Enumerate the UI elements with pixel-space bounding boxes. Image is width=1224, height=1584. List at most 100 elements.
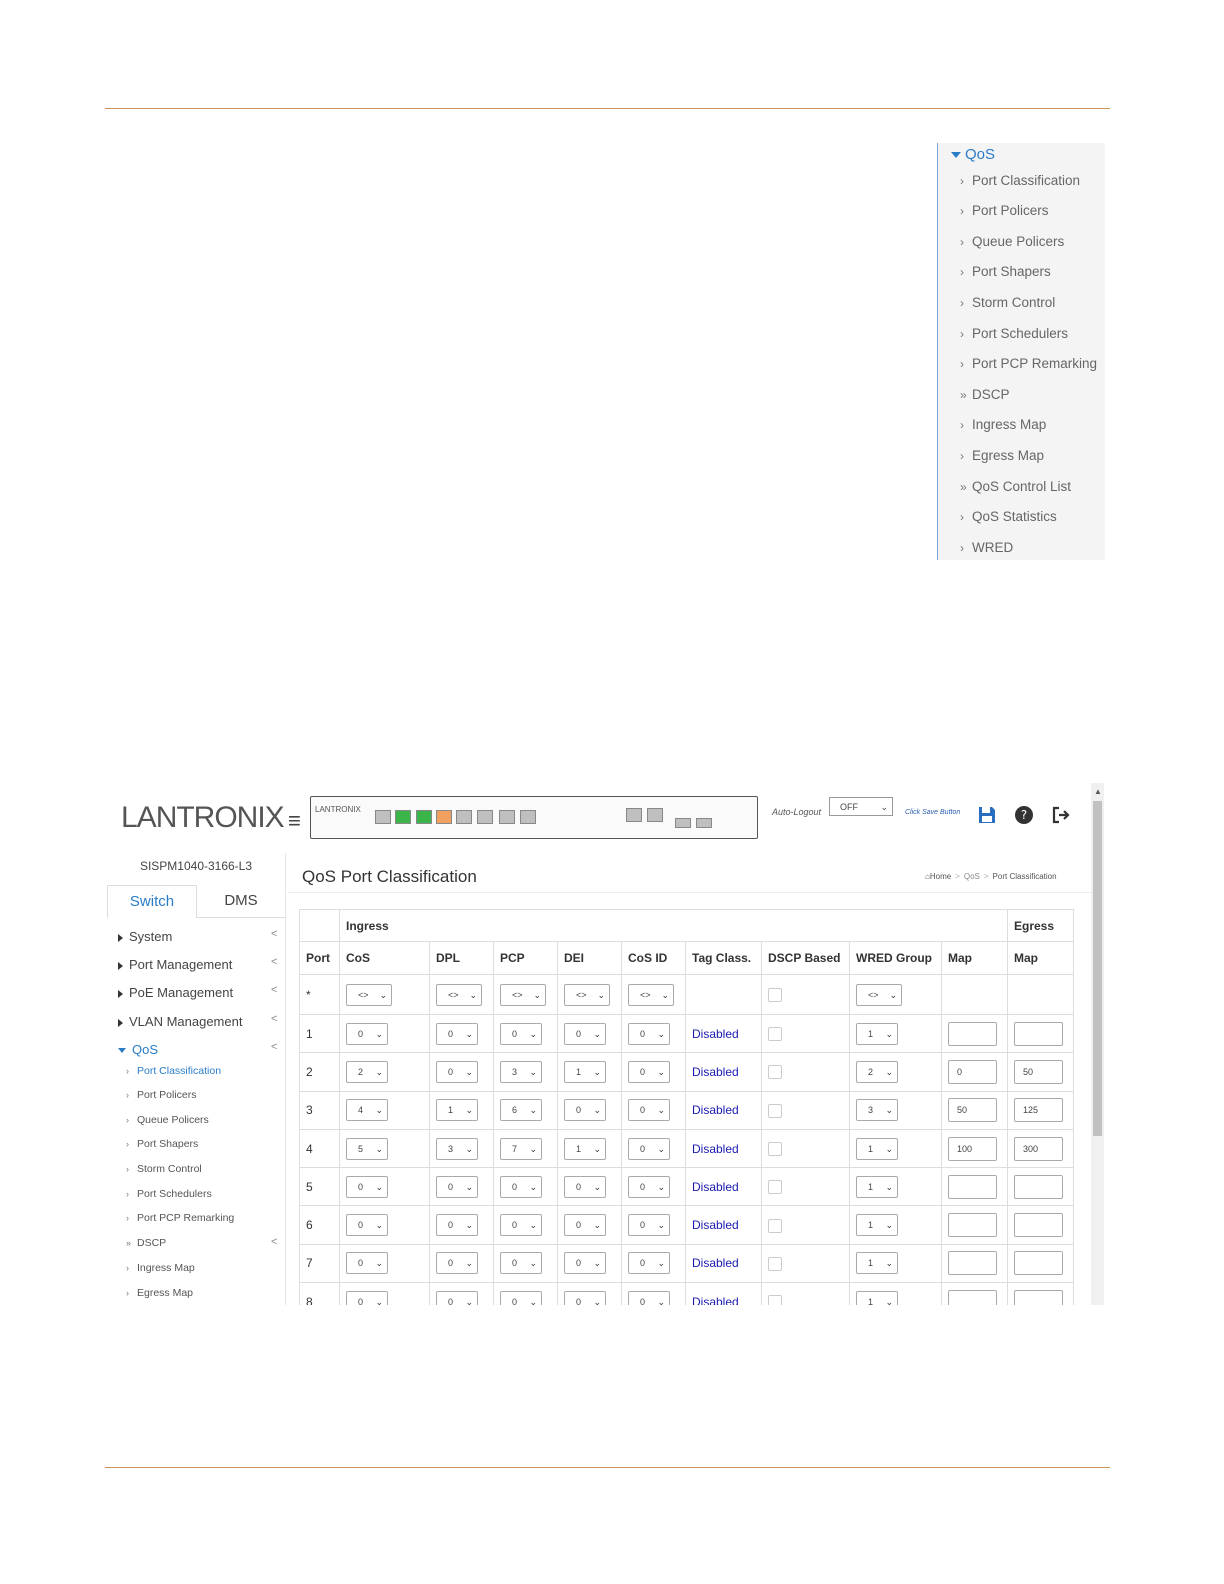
cos-id-select[interactable]: 0 ⌄: [628, 1252, 670, 1275]
cos-id-select-all[interactable]: <> ⌄: [628, 983, 674, 1006]
pcp-select[interactable]: 0 ⌄: [500, 1214, 542, 1237]
ingress-map-input[interactable]: 50: [948, 1098, 997, 1123]
dscp-based-checkbox[interactable]: [768, 1065, 782, 1080]
cos-select-all[interactable]: <> ⌄: [346, 983, 392, 1006]
egress-map-input[interactable]: 300: [1014, 1136, 1063, 1161]
port-13-icon[interactable]: [499, 810, 515, 824]
dscp-based-checkbox[interactable]: [768, 1180, 782, 1195]
cos-id-select[interactable]: 0 ⌄: [628, 1137, 670, 1160]
wred-select[interactable]: 2 ⌄: [856, 1060, 898, 1083]
cos-id-select[interactable]: 0 ⌄: [628, 1214, 670, 1237]
ingress-map-input[interactable]: [948, 1251, 997, 1276]
pcp-select[interactable]: 0 ⌄: [500, 1175, 542, 1198]
cos-select[interactable]: 0 ⌄: [346, 1290, 388, 1305]
wred-select[interactable]: 1 ⌄: [856, 1137, 898, 1160]
port-19-icon[interactable]: [647, 808, 663, 822]
qos-menu-header[interactable]: QoS: [951, 146, 995, 163]
nav-group-system[interactable]: System: [118, 929, 172, 944]
dei-select[interactable]: 0 ⌄: [564, 1252, 606, 1275]
pcp-select[interactable]: 3 ⌄: [500, 1060, 542, 1083]
tag-class-link[interactable]: Disabled: [692, 1065, 739, 1079]
sfp-22-icon[interactable]: [696, 818, 712, 828]
egress-map-input[interactable]: [1014, 1021, 1063, 1046]
dpl-select-all[interactable]: <> ⌄: [436, 983, 482, 1006]
port-17-icon[interactable]: [626, 808, 642, 822]
cos-id-select[interactable]: 0 ⌄: [628, 1022, 670, 1045]
menu-item-queue-policers[interactable]: › Queue Policers: [960, 234, 1064, 249]
dscp-based-checkbox[interactable]: [768, 1141, 782, 1156]
menu-item-qos-control-list[interactable]: » QoS Control List: [960, 479, 1071, 494]
sfp-21-icon[interactable]: [675, 818, 691, 828]
pcp-select[interactable]: 0 ⌄: [500, 1290, 542, 1305]
nav-item-egress-map[interactable]: › Egress Map: [126, 1287, 193, 1299]
dei-select[interactable]: 0 ⌄: [564, 1214, 606, 1237]
dpl-select[interactable]: 0 ⌄: [436, 1252, 478, 1275]
tag-class-link[interactable]: Disabled: [692, 1218, 739, 1232]
menu-item-dscp[interactable]: » DSCP: [960, 387, 1010, 402]
dpl-select[interactable]: 0 ⌄: [436, 1060, 478, 1083]
nav-item-port-shapers[interactable]: › Port Shapers: [126, 1138, 198, 1150]
dpl-select[interactable]: 0 ⌄: [436, 1022, 478, 1045]
pcp-select[interactable]: 0 ⌄: [500, 1022, 542, 1045]
ingress-map-input[interactable]: [948, 1021, 997, 1046]
logout-icon[interactable]: [1050, 804, 1072, 826]
menu-item-egress-map[interactable]: › Egress Map: [960, 448, 1044, 463]
pcp-select[interactable]: 0 ⌄: [500, 1252, 542, 1275]
dscp-based-checkbox[interactable]: [768, 1218, 782, 1233]
ingress-map-input[interactable]: [948, 1174, 997, 1199]
port-11-icon[interactable]: [477, 810, 493, 824]
menu-item-wred[interactable]: › WRED: [960, 540, 1013, 555]
tag-class-link[interactable]: Disabled: [692, 1256, 739, 1270]
auto-logout-select[interactable]: OFF ⌄: [829, 797, 893, 816]
egress-map-input[interactable]: [1014, 1174, 1063, 1199]
dei-select[interactable]: 0 ⌄: [564, 1290, 606, 1305]
nav-group-port-management[interactable]: Port Management: [118, 957, 232, 972]
dei-select[interactable]: 1 ⌄: [564, 1137, 606, 1160]
cos-select[interactable]: 4 ⌄: [346, 1099, 388, 1122]
wred-select[interactable]: 1 ⌄: [856, 1175, 898, 1198]
wred-select-all[interactable]: <> ⌄: [856, 983, 902, 1006]
port-1-icon[interactable]: [375, 810, 391, 824]
dpl-select[interactable]: 0 ⌄: [436, 1214, 478, 1237]
menu-item-port-shapers[interactable]: › Port Shapers: [960, 264, 1051, 279]
menu-item-storm-control[interactable]: › Storm Control: [960, 295, 1055, 310]
scrollbar[interactable]: ▲: [1091, 783, 1104, 1305]
cos-id-select[interactable]: 0 ⌄: [628, 1175, 670, 1198]
nav-item-port-policers[interactable]: › Port Policers: [126, 1089, 197, 1101]
cos-id-select[interactable]: 0 ⌄: [628, 1290, 670, 1305]
save-icon[interactable]: [976, 804, 998, 826]
wred-select[interactable]: 1 ⌄: [856, 1022, 898, 1045]
port-15-icon[interactable]: [520, 810, 536, 824]
scrollbar-thumb[interactable]: [1093, 801, 1102, 1136]
dscp-based-checkbox[interactable]: [768, 1027, 782, 1042]
menu-item-port-pcp-remarking[interactable]: › Port PCP Remarking: [960, 356, 1097, 371]
dpl-select[interactable]: 0 ⌄: [436, 1290, 478, 1305]
cos-select[interactable]: 5 ⌄: [346, 1137, 388, 1160]
nav-item-port-classification[interactable]: › Port Classification: [126, 1065, 221, 1077]
nav-item-dscp[interactable]: » DSCP: [126, 1237, 166, 1249]
dei-select[interactable]: 0 ⌄: [564, 1099, 606, 1122]
dpl-select[interactable]: 1 ⌄: [436, 1099, 478, 1122]
menu-item-port-policers[interactable]: › Port Policers: [960, 203, 1049, 218]
egress-map-input[interactable]: 50: [1014, 1059, 1063, 1084]
dpl-select[interactable]: 0 ⌄: [436, 1175, 478, 1198]
wred-select[interactable]: 1 ⌄: [856, 1290, 898, 1305]
cos-select[interactable]: 0 ⌄: [346, 1175, 388, 1198]
cos-id-select[interactable]: 0 ⌄: [628, 1099, 670, 1122]
ingress-map-input[interactable]: [948, 1289, 997, 1305]
nav-item-ingress-map[interactable]: › Ingress Map: [126, 1262, 195, 1274]
tag-class-link[interactable]: Disabled: [692, 1295, 739, 1305]
port-3-icon[interactable]: [395, 810, 411, 824]
dscp-based-checkbox[interactable]: [768, 1295, 782, 1305]
pcp-select[interactable]: 6 ⌄: [500, 1099, 542, 1122]
ingress-map-input[interactable]: 100: [948, 1136, 997, 1161]
pcp-select[interactable]: 7 ⌄: [500, 1137, 542, 1160]
breadcrumb-home[interactable]: Home: [930, 872, 951, 881]
dei-select[interactable]: 1 ⌄: [564, 1060, 606, 1083]
dscp-based-checkbox[interactable]: [768, 1256, 782, 1271]
tag-class-link[interactable]: Disabled: [692, 1180, 739, 1194]
port-5-icon[interactable]: [416, 810, 432, 824]
wred-select[interactable]: 3 ⌄: [856, 1099, 898, 1122]
wred-select[interactable]: 1 ⌄: [856, 1252, 898, 1275]
tag-class-link[interactable]: Disabled: [692, 1142, 739, 1156]
